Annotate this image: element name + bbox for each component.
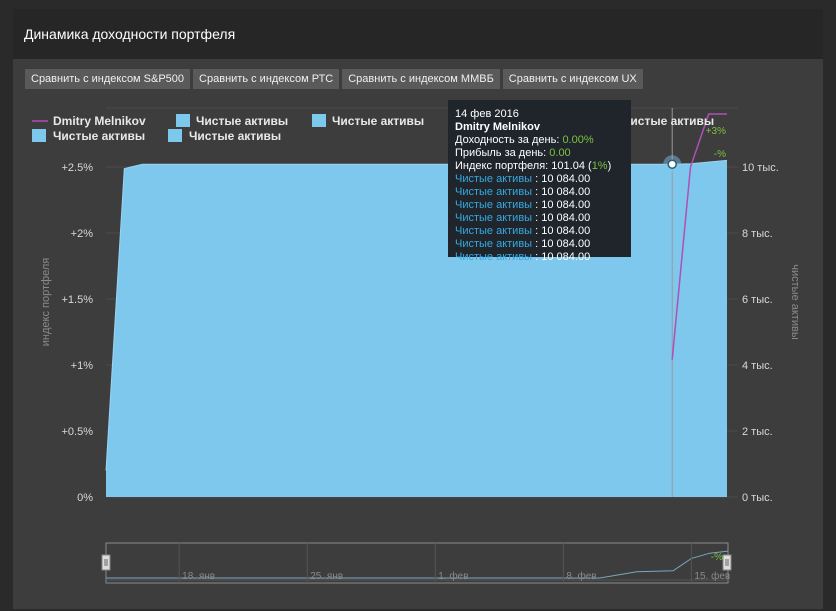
navigator-right-handle[interactable] <box>722 554 732 571</box>
tooltip-row-value: 10 084.00 <box>541 238 591 250</box>
left-axis: 0% +0.5% +1% +1.5% +2% +2.5% <box>62 162 94 504</box>
left-axis-tick: +2% <box>71 228 94 240</box>
right-axis-tick: 2 тыс. <box>742 426 773 438</box>
left-axis-tick: +0.5% <box>62 426 94 438</box>
tooltip-row-label: Чистые активы <box>455 212 533 224</box>
tooltip-row-label: Чистые активы <box>455 199 533 211</box>
tooltip-daily-return-label: Доходность за день: <box>455 134 563 146</box>
right-axis-title: чистые активы <box>789 264 801 340</box>
navigator-end-label: -% <box>711 552 723 563</box>
tooltip-series-name: Dmitry Melnikov <box>455 121 540 133</box>
tooltip-row-value: 10 084.00 <box>541 199 591 211</box>
legend-square-marker <box>176 114 190 127</box>
legend-square-marker <box>312 114 326 127</box>
hover-marker[interactable] <box>667 159 677 169</box>
tooltip-net-assets-row: Чистые активы : 10 084.00 <box>455 173 591 185</box>
navigator-tick-label: 1. фев <box>438 570 468 582</box>
legend-item-net-assets-5[interactable]: Чистые активы <box>189 129 281 143</box>
tooltip-index-label: Индекс портфеля: <box>455 160 552 172</box>
net-assets-area[interactable] <box>106 160 727 497</box>
tooltip-rows: Чистые активы : 10 084.00 Чистые активы :… <box>455 173 631 264</box>
navigator-tick-label: 25. янв <box>310 571 343 582</box>
left-axis-tick: 0% <box>77 492 93 504</box>
legend-item-portfolio[interactable]: Dmitry Melnikov <box>53 114 146 128</box>
navigator[interactable]: 18. янв 25. янв 1. фев 8. фев 15. фев -% <box>101 542 732 584</box>
tooltip-index: Индекс портфеля: 101.04 (1%) <box>455 160 612 172</box>
tooltip-row-label: Чистые активы <box>455 251 533 263</box>
left-axis-tick: +1% <box>71 360 94 372</box>
tooltip-daily-return-value: 0.00% <box>562 134 594 146</box>
tooltip-row-value: 10 084.00 <box>541 186 591 198</box>
tooltip-daily-profit-value: 0.00 <box>549 147 571 159</box>
tooltip-index-value: 101.04 <box>551 160 585 172</box>
tooltip-row-value: 10 084.00 <box>541 173 591 185</box>
right-axis-tick: 8 тыс. <box>742 228 773 240</box>
right-axis-tick: 4 тыс. <box>742 360 773 372</box>
tooltip-row-label: Чистые активы <box>455 225 533 237</box>
navigator-tick-label: 8. фев <box>566 570 596 582</box>
navigator-tick-label: 15. фев <box>694 570 730 582</box>
tooltip-row-label: Чистые активы <box>455 186 533 198</box>
tooltip-row-value: 10 084.00 <box>541 251 591 263</box>
legend-item-net-assets-4[interactable]: Чистые активы <box>53 129 145 143</box>
legend-square-marker <box>32 129 46 142</box>
tooltip-net-assets-row: Чистые активы : 10 084.00 <box>455 199 591 211</box>
tooltip-daily-profit-label: Прибыль за день: <box>455 147 550 159</box>
tooltip-daily-return: Доходность за день: 0.00% <box>455 134 631 147</box>
tooltip-net-assets-row: Чистые активы : 10 084.00 <box>455 238 591 250</box>
chart-tooltip: 14 фев 2016 Dmitry Melnikov Доходность з… <box>448 100 631 263</box>
tooltip-net-assets-row: Чистые активы : 10 084.00 <box>455 251 591 263</box>
tooltip-row-value: 10 084.00 <box>541 212 591 224</box>
right-axis-tick: 10 тыс. <box>742 162 779 174</box>
tooltip-date: 14 фев 2016 <box>455 108 519 120</box>
legend-item-net-assets-3[interactable]: Чистые активы <box>622 114 714 128</box>
tooltip-index-pct: 1% <box>591 160 608 172</box>
tooltip-net-assets-row: Чистые активы : 10 084.00 <box>455 225 591 237</box>
tooltip-row-value: 10 084.00 <box>541 225 591 237</box>
right-axis: 0 тыс. 2 тыс. 4 тыс. 6 тыс. 8 тыс. 10 тыс. <box>742 162 779 504</box>
tooltip-net-assets-row: Чистые активы : 10 084.00 <box>455 212 591 224</box>
legend-square-marker <box>168 129 182 142</box>
right-axis-tick: 0 тыс. <box>742 492 773 504</box>
portfolio-end-label-alt: -% <box>714 149 726 160</box>
navigator-tick-label: 18. янв <box>182 571 215 582</box>
navigator-left-handle[interactable] <box>101 554 111 571</box>
portfolio-chart[interactable]: +3% -% 0%+0.5%+1%+1.5%+2%+2.5% 0 тыс.2 т… <box>0 0 836 611</box>
left-axis-tick: +1.5% <box>62 294 94 306</box>
legend-item-net-assets-1[interactable]: Чистые активы <box>196 114 288 128</box>
tooltip-row-label: Чистые активы <box>455 238 533 250</box>
right-axis-tick: 6 тыс. <box>742 294 773 306</box>
tooltip-row-label: Чистые активы <box>455 173 533 185</box>
tooltip-daily-profit: Прибыль за день: 0.00 <box>455 147 631 160</box>
left-axis-title: индекс портфеля <box>40 258 52 346</box>
tooltip-net-assets-row: Чистые активы : 10 084.00 <box>455 186 591 198</box>
left-axis-tick: +2.5% <box>62 162 94 174</box>
legend-item-net-assets-2[interactable]: Чистые активы <box>332 114 424 128</box>
